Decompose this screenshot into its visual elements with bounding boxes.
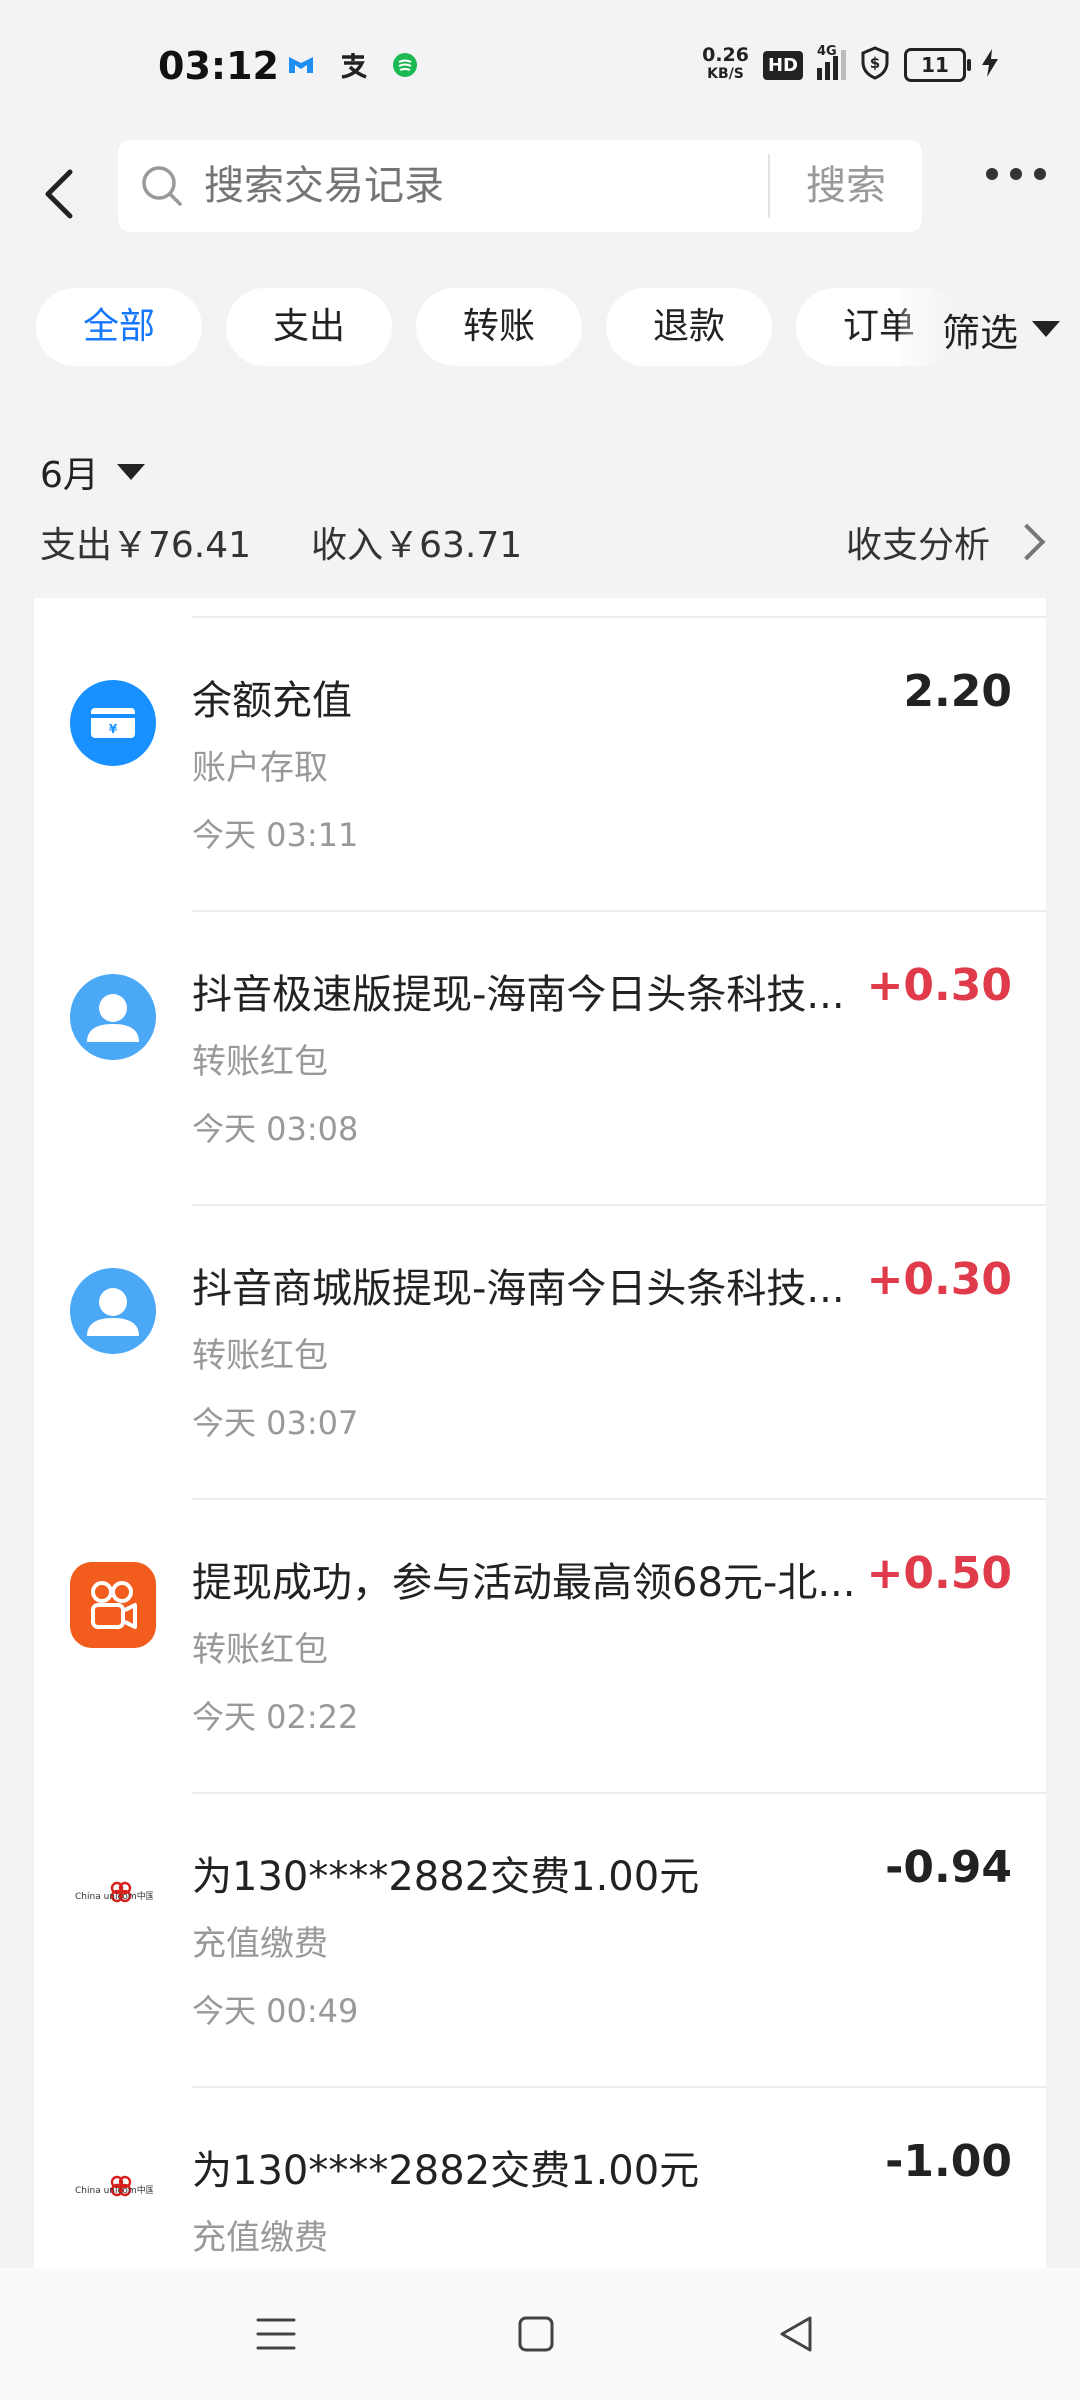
- filter-button[interactable]: 筛选: [900, 286, 1080, 372]
- home-square-icon[interactable]: [506, 2304, 566, 2364]
- month-totals: 支出￥76.41 收入￥63.71: [40, 516, 522, 568]
- person-avatar-icon: [70, 974, 156, 1060]
- search-button[interactable]: 搜索: [770, 140, 922, 232]
- notification-icons: [286, 50, 420, 80]
- hd-voice-icon: HD: [762, 50, 803, 80]
- chip-all[interactable]: 全部: [36, 288, 202, 366]
- alipay-notification-icon: [338, 50, 368, 80]
- transaction-amount: +0.30: [866, 1254, 1012, 1305]
- chip-refund[interactable]: 退款: [606, 288, 772, 366]
- transaction-amount: -0.94: [885, 1842, 1012, 1893]
- transaction-title: 提现成功，参与活动最高领68元-北...: [192, 1560, 856, 1606]
- list-item[interactable]: China unicom中国联通 为130****2882交费1.00元 充值缴…: [34, 1794, 1046, 2088]
- status-time: 03:12: [158, 44, 279, 88]
- menu-icon[interactable]: [246, 2304, 306, 2364]
- search-box: 搜索: [118, 140, 922, 232]
- transaction-title: 为130****2882交费1.00元: [192, 2148, 700, 2194]
- chat-notification-icon: [390, 50, 420, 80]
- person-avatar-icon: [70, 1268, 156, 1354]
- filter-label: 筛选: [941, 310, 1018, 355]
- svg-text:China unicom中国联通: China unicom中国联通: [75, 1890, 153, 1902]
- transaction-time: 今天 03:07: [192, 1404, 359, 1442]
- transaction-category: 转账红包: [192, 1042, 328, 1082]
- transaction-time: 今天 03:08: [192, 1110, 359, 1148]
- search-icon: [142, 166, 182, 206]
- month-selector[interactable]: 6月: [40, 446, 145, 498]
- kuaishou-logo-icon: [70, 1562, 156, 1648]
- expense-total: 支出￥76.41: [40, 525, 252, 566]
- battery-icon: 11: [904, 48, 971, 82]
- transaction-title: 抖音商城版提现-海南今日头条科技...: [192, 1266, 845, 1312]
- top-bar: 搜索: [0, 130, 1080, 250]
- transaction-category: 转账红包: [192, 1336, 328, 1376]
- network-speed: 0.26 KB/S: [702, 44, 749, 83]
- transaction-list: ¥ 余额充值 账户存取 今天 03:11 2.20 抖音极速版提现-海南今日头条…: [34, 598, 1046, 2268]
- charging-icon: [980, 47, 1000, 83]
- transaction-time: 今天 02:22: [192, 1698, 359, 1736]
- transaction-amount: -1.00: [885, 2136, 1012, 2187]
- chevron-right-icon: [1008, 523, 1046, 561]
- security-shield-icon: $: [860, 46, 890, 84]
- transaction-amount: 2.20: [903, 666, 1012, 717]
- balance-card-icon: ¥: [70, 680, 156, 766]
- system-nav-bar: [0, 2268, 1080, 2400]
- transaction-title: 抖音极速版提现-海南今日头条科技...: [192, 972, 845, 1018]
- month-label: 6月: [40, 455, 99, 496]
- list-item[interactable]: 抖音极速版提现-海南今日头条科技... 转账红包 今天 03:08 +0.30: [34, 912, 1046, 1206]
- filter-chips: 全部 支出 转账 退款 订单 筛选: [0, 286, 1080, 372]
- app-notification-icon: [286, 50, 316, 80]
- back-button[interactable]: [34, 150, 94, 230]
- transaction-category: 充值缴费: [192, 2218, 328, 2258]
- back-arrow-icon: [45, 169, 73, 219]
- more-options-icon[interactable]: [986, 168, 1046, 180]
- transaction-category: 转账红包: [192, 1630, 328, 1670]
- analysis-link[interactable]: 收支分析: [845, 516, 1046, 568]
- signal-icon: 4G: [817, 44, 846, 80]
- triangle-down-icon: [116, 464, 145, 480]
- analysis-label: 收支分析: [845, 525, 990, 566]
- china-unicom-logo-icon: China unicom中国联通: [70, 2150, 156, 2236]
- status-bar: 03:12 0.26 KB/S HD 4G $ 11: [0, 0, 1080, 130]
- transaction-category: 充值缴费: [192, 1924, 328, 1964]
- list-item[interactable]: ¥ 余额充值 账户存取 今天 03:11 2.20: [34, 618, 1046, 912]
- search-input[interactable]: [204, 140, 854, 232]
- triangle-down-icon: [1032, 321, 1060, 337]
- income-total: 收入￥63.71: [311, 525, 523, 566]
- back-triangle-icon[interactable]: [766, 2304, 826, 2364]
- list-item[interactable]: 提现成功，参与活动最高领68元-北... 转账红包 今天 02:22 +0.50: [34, 1500, 1046, 1794]
- list-item[interactable]: 抖音商城版提现-海南今日头条科技... 转账红包 今天 03:07 +0.30: [34, 1206, 1046, 1500]
- chip-expense[interactable]: 支出: [226, 288, 392, 366]
- transaction-time: 今天 03:11: [192, 816, 359, 854]
- svg-text:China unicom中国联通: China unicom中国联通: [75, 2184, 153, 2196]
- month-summary: 6月 支出￥76.41 收入￥63.71 收支分析: [0, 430, 1080, 598]
- system-indicators: 0.26 KB/S HD 4G $ 11: [702, 44, 1000, 84]
- svg-text:¥: ¥: [109, 722, 118, 736]
- list-item[interactable]: China unicom中国联通 为130****2882交费1.00元 充值缴…: [34, 2088, 1046, 2268]
- chip-transfer[interactable]: 转账: [416, 288, 582, 366]
- china-unicom-logo-icon: China unicom中国联通: [70, 1856, 156, 1942]
- transaction-time: 今天 00:49: [192, 1992, 359, 2030]
- transaction-title: 余额充值: [192, 678, 352, 724]
- svg-text:$: $: [870, 54, 880, 72]
- transaction-title: 为130****2882交费1.00元: [192, 1854, 700, 1900]
- transaction-amount: +0.50: [866, 1548, 1012, 1599]
- transaction-amount: +0.30: [866, 960, 1012, 1011]
- transaction-category: 账户存取: [192, 748, 328, 788]
